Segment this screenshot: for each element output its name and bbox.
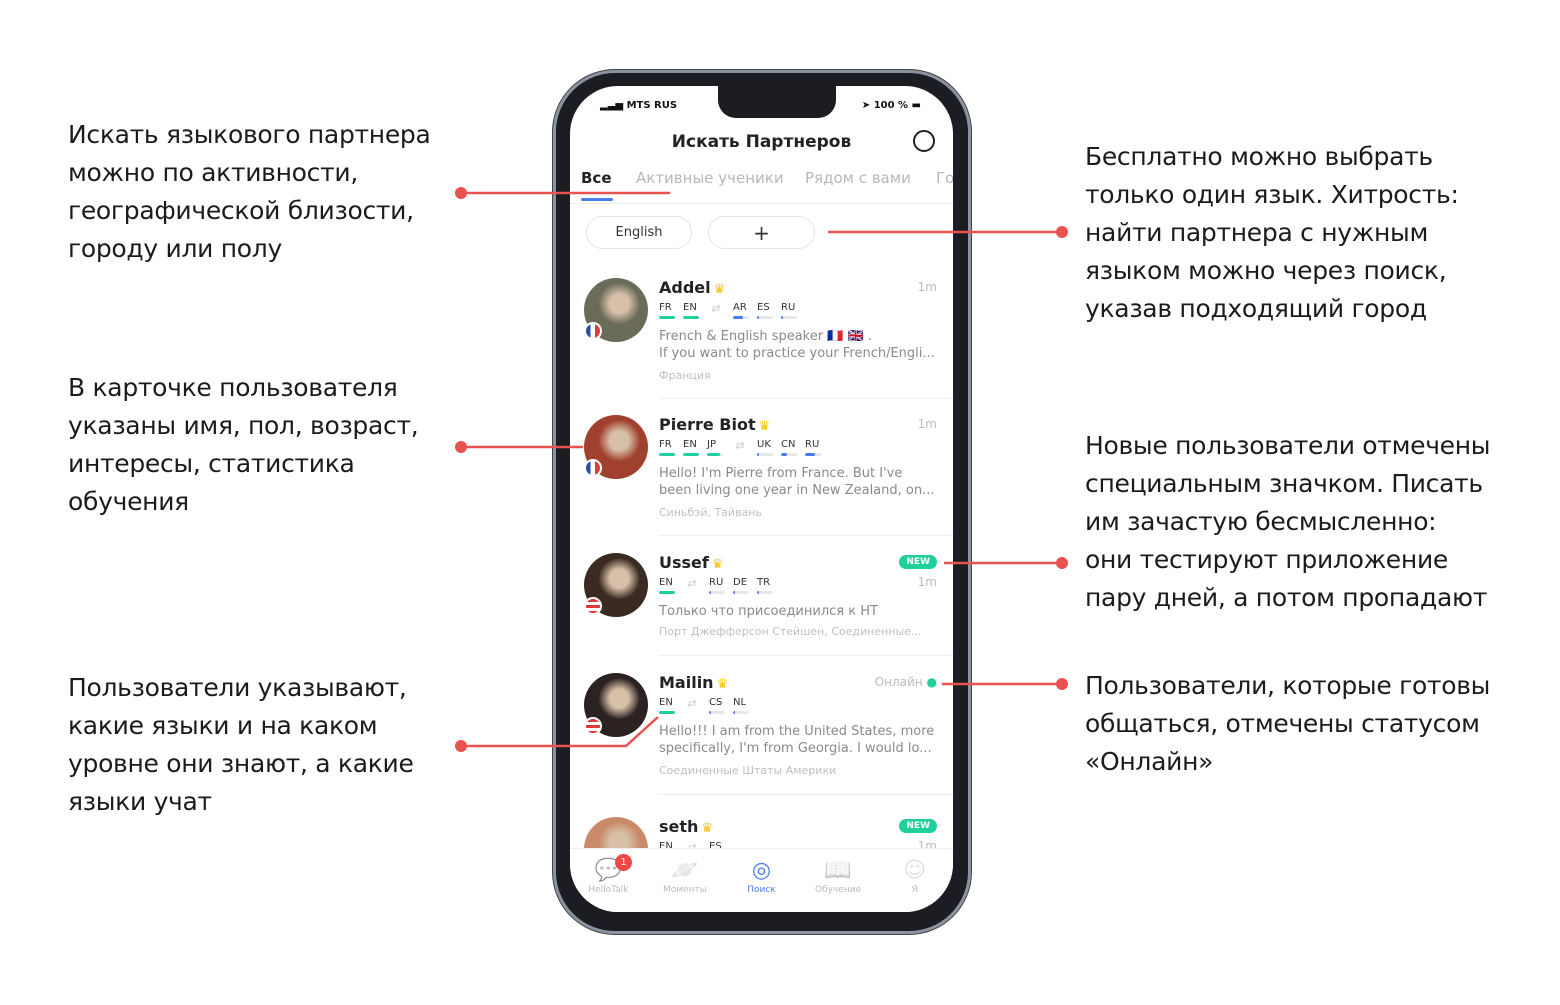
annotation-line [461,716,659,748]
annotation-dot [455,187,467,199]
annotation-dot [455,740,467,752]
annotation-dot [1056,678,1068,690]
annotation-lines [455,187,1068,752]
annotation-dot [1056,226,1068,238]
annotation-dot [1056,557,1068,569]
annotation-dot [455,441,467,453]
